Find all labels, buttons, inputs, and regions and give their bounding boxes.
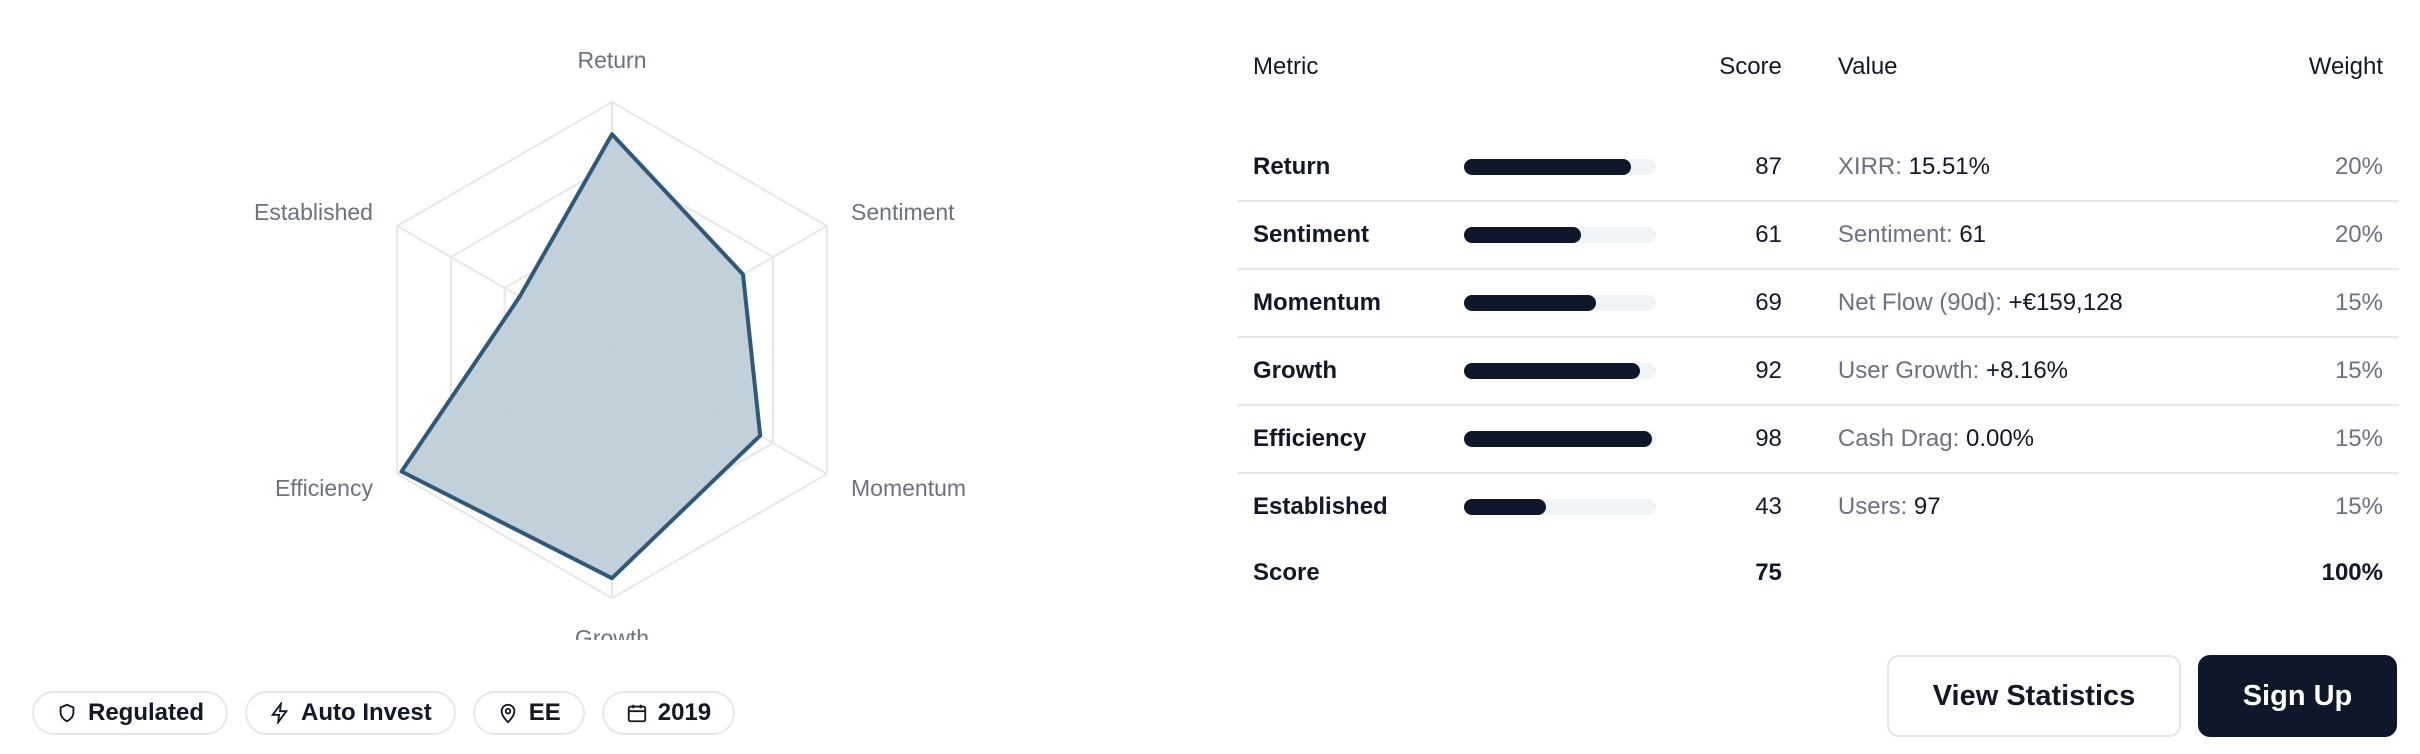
value-text: +€159,128 — [2008, 289, 2123, 316]
radar-axis-label: Return — [577, 47, 646, 73]
score-bar — [1463, 431, 1656, 447]
badge-label: 2019 — [657, 699, 712, 726]
header-bar — [1448, 0, 1688, 134]
metric-weight: 20% — [2334, 221, 2383, 248]
calendar-icon — [627, 704, 646, 723]
total-score: 75 — [1755, 559, 1782, 586]
score-bar-fill — [1463, 295, 1597, 311]
table-row: Established 43 Users: 97 15% — [1237, 473, 2399, 540]
score-bar-fill — [1463, 499, 1547, 515]
view-statistics-button[interactable]: View Statistics — [1887, 655, 2181, 737]
header-metric: Metric — [1253, 53, 1319, 80]
radar-axis-label: Efficiency — [275, 475, 374, 501]
value-label: Users: — [1837, 493, 1908, 520]
metric-name: Established — [1253, 493, 1388, 520]
value-text: 15.51% — [1908, 153, 1990, 180]
value-text: 97 — [1913, 493, 1941, 520]
badge-regulated: Regulated — [32, 691, 229, 735]
header-value: Value — [1837, 53, 1898, 80]
badge-country: EE — [472, 691, 585, 735]
metric-weight: 15% — [2334, 425, 2383, 452]
value-text: 61 — [1959, 221, 1987, 248]
table-header-row: Metric Score Value Weight — [1237, 0, 2399, 134]
badge-auto-invest: Auto Invest — [245, 691, 456, 735]
metric-name: Momentum — [1253, 289, 1381, 316]
radar-series-area — [399, 132, 763, 581]
metric-name: Return — [1253, 153, 1331, 180]
metric-name: Efficiency — [1253, 425, 1367, 452]
metric-weight: 15% — [2334, 289, 2383, 316]
value-label: Sentiment: — [1837, 221, 1953, 248]
metrics-table: Metric Score Value Weight Return 87 XIRR: … — [1237, 0, 2399, 606]
total-label: Score — [1253, 559, 1320, 586]
metric-score: 61 — [1755, 221, 1782, 248]
header-weight: Weight — [2308, 53, 2383, 80]
header-score: Score — [1719, 53, 1782, 80]
metric-score: 43 — [1755, 493, 1782, 520]
value-text: +8.16% — [1985, 357, 2069, 384]
radar-chart: Return Sentiment Momentum Growth Efficiency E… — [254, 47, 966, 640]
metric-weight: 15% — [2334, 357, 2383, 384]
badge-label: EE — [528, 699, 561, 726]
score-bar — [1463, 363, 1656, 379]
total-weight: 100% — [2321, 559, 2383, 586]
score-bar-fill — [1463, 431, 1652, 447]
metric-name: Sentiment — [1253, 221, 1370, 248]
metric-score: 92 — [1755, 357, 1782, 384]
score-bar-fill — [1463, 159, 1631, 175]
badge-list: Regulated Auto Invest EE 2019 — [32, 691, 736, 735]
metric-score: 98 — [1755, 425, 1782, 452]
value-label: Cash Drag: — [1837, 425, 1960, 452]
badge-label: Regulated — [88, 699, 205, 726]
value-label: User Growth: — [1837, 357, 1980, 384]
radar-axis-label: Sentiment — [851, 199, 955, 225]
score-bar-fill — [1463, 363, 1641, 379]
location-pin-icon — [500, 703, 516, 724]
table-row: Sentiment 61 Sentiment: 61 20% — [1237, 201, 2399, 269]
value-text: 0.00% — [1965, 425, 2035, 452]
metric-score: 87 — [1755, 153, 1782, 180]
table-row: Efficiency 98 Cash Drag: 0.00% 15% — [1237, 405, 2399, 473]
radar-axis-label: Growth — [575, 625, 649, 640]
value-label: XIRR: — [1837, 153, 1902, 180]
sign-up-button[interactable]: Sign Up — [2198, 655, 2397, 737]
table-row: Growth 92 User Growth: +8.16% 15% — [1237, 337, 2399, 405]
radar-axis-label: Momentum — [851, 475, 966, 501]
table-row: Return 87 XIRR: 15.51% 20% — [1237, 134, 2399, 201]
total-row: Score 75 100% — [1237, 540, 2399, 606]
score-bar — [1463, 159, 1656, 175]
score-bar — [1463, 499, 1656, 515]
metric-name: Growth — [1253, 357, 1337, 384]
metric-weight: 15% — [2334, 493, 2383, 520]
value-label: Net Flow (90d): — [1837, 289, 2002, 316]
score-bar — [1463, 227, 1656, 243]
shield-icon — [59, 703, 75, 723]
lightning-icon — [270, 702, 289, 724]
badge-year: 2019 — [601, 691, 736, 735]
table-row: Momentum 69 Net Flow (90d): +€159,128 15% — [1237, 269, 2399, 337]
badge-label: Auto Invest — [301, 699, 432, 726]
metric-weight: 20% — [2334, 153, 2383, 180]
radar-axis-label: Established — [254, 199, 373, 225]
metric-score: 69 — [1755, 289, 1782, 316]
score-bar-fill — [1463, 227, 1581, 243]
score-bar — [1463, 295, 1656, 311]
